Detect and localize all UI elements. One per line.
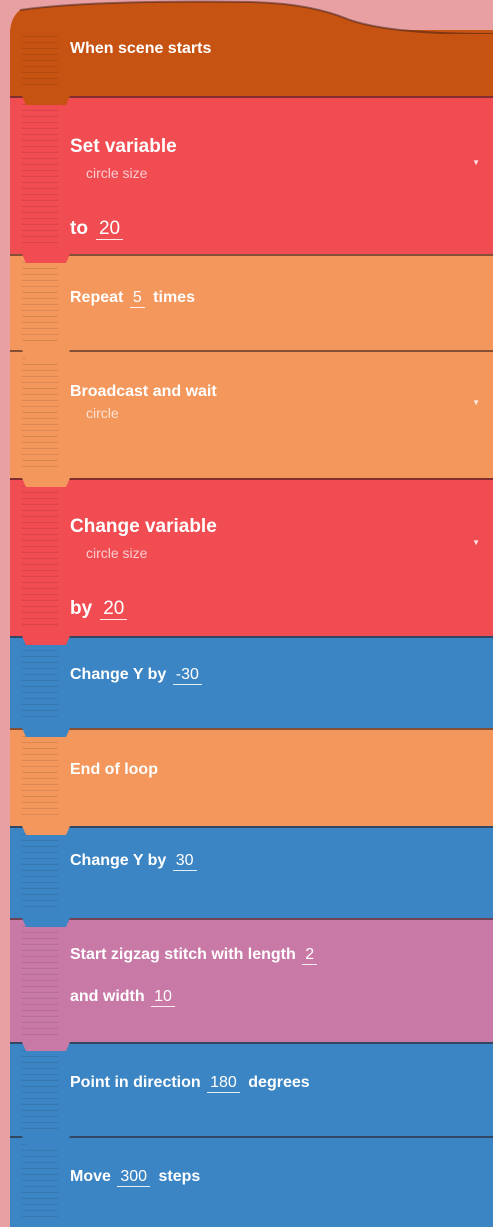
hat-curve-icon <box>10 0 493 34</box>
to-label: to <box>70 218 88 239</box>
brick-point-in-direction[interactable]: Point in direction 180 degrees <box>10 1042 493 1136</box>
width-field[interactable]: 10 <box>151 988 175 1007</box>
variable-name: circle size <box>86 545 148 561</box>
move-line: Move 300 steps <box>70 1168 200 1187</box>
brick-repeat[interactable]: Repeat 5 times <box>10 254 493 350</box>
message-name: circle <box>86 405 119 421</box>
brick-end-of-loop[interactable]: End of loop <box>10 728 493 826</box>
dropdown-arrow-icon[interactable]: ▼ <box>472 158 480 167</box>
to-line: to 20 <box>70 218 127 240</box>
width-label: and width <box>70 988 145 1005</box>
change-y-prefix: Change Y by <box>70 852 167 869</box>
value-field[interactable]: 20 <box>95 219 124 240</box>
change-y-line: Change Y by 30 <box>70 852 201 871</box>
brick-notch-icon <box>22 728 70 737</box>
point-direction-line: Point in direction 180 degrees <box>70 1074 310 1093</box>
value-field[interactable]: 20 <box>100 599 128 620</box>
zigzag-line-1: Start zigzag stitch with length 2 <box>70 946 321 965</box>
point-prefix: Point in direction <box>70 1074 201 1091</box>
variable-name: circle size <box>86 165 148 181</box>
repeat-line: Repeat 5 times <box>70 289 195 308</box>
brick-title: End of loop <box>70 761 158 778</box>
brick-title: Set variable <box>70 136 177 157</box>
y-value-field[interactable]: 30 <box>172 852 197 871</box>
change-y-prefix: Change Y by <box>70 666 167 683</box>
steps-field[interactable]: 300 <box>117 1168 151 1187</box>
brick-title: Change variable <box>70 516 217 537</box>
change-y-line: Change Y by -30 <box>70 666 206 685</box>
brick-title: Broadcast and wait <box>70 383 217 400</box>
brick-notch-icon <box>22 350 70 359</box>
repeat-prefix: Repeat <box>70 289 124 306</box>
repeat-count-field[interactable]: 5 <box>129 289 145 308</box>
y-value-field[interactable]: -30 <box>172 666 202 685</box>
brick-change-y[interactable]: Change Y by -30 <box>10 636 493 728</box>
brick-set-variable[interactable]: Set variable circle size ▼ to 20 <box>10 96 493 254</box>
repeat-suffix: times <box>153 289 195 306</box>
script-stack: When scene starts Set variable circle si… <box>10 0 493 1227</box>
brick-notch-icon <box>22 1136 70 1145</box>
brick-notch-icon <box>22 918 70 927</box>
by-label: by <box>70 598 93 619</box>
brick-notch-icon <box>22 96 70 105</box>
brick-notch-icon <box>22 1042 70 1051</box>
brick-notch-icon <box>22 254 70 263</box>
by-line: by 20 <box>70 598 131 620</box>
brick-change-variable[interactable]: Change variable circle size ▼ by 20 <box>10 478 493 636</box>
brick-broadcast-wait[interactable]: Broadcast and wait circle ▼ <box>10 350 493 478</box>
length-field[interactable]: 2 <box>302 946 318 965</box>
direction-field[interactable]: 180 <box>207 1074 240 1093</box>
dropdown-arrow-icon[interactable]: ▼ <box>472 398 480 407</box>
zigzag-prefix: Start zigzag stitch with length <box>70 946 296 963</box>
brick-title: When scene starts <box>70 40 212 57</box>
move-prefix: Move <box>70 1168 111 1185</box>
brick-notch-icon <box>22 478 70 487</box>
brick-change-y[interactable]: Change Y by 30 <box>10 826 493 918</box>
brick-notch-icon <box>22 826 70 835</box>
brick-zigzag-stitch[interactable]: Start zigzag stitch with length 2 and wi… <box>10 918 493 1042</box>
brick-notch-icon <box>22 636 70 645</box>
brick-when-scene-starts[interactable]: When scene starts <box>10 0 493 96</box>
point-suffix: degrees <box>248 1074 310 1091</box>
brick-move-steps[interactable]: Move 300 steps <box>10 1136 493 1227</box>
dropdown-arrow-icon[interactable]: ▼ <box>472 538 480 547</box>
zigzag-line-2: and width 10 <box>70 988 179 1007</box>
move-suffix: steps <box>158 1168 201 1185</box>
